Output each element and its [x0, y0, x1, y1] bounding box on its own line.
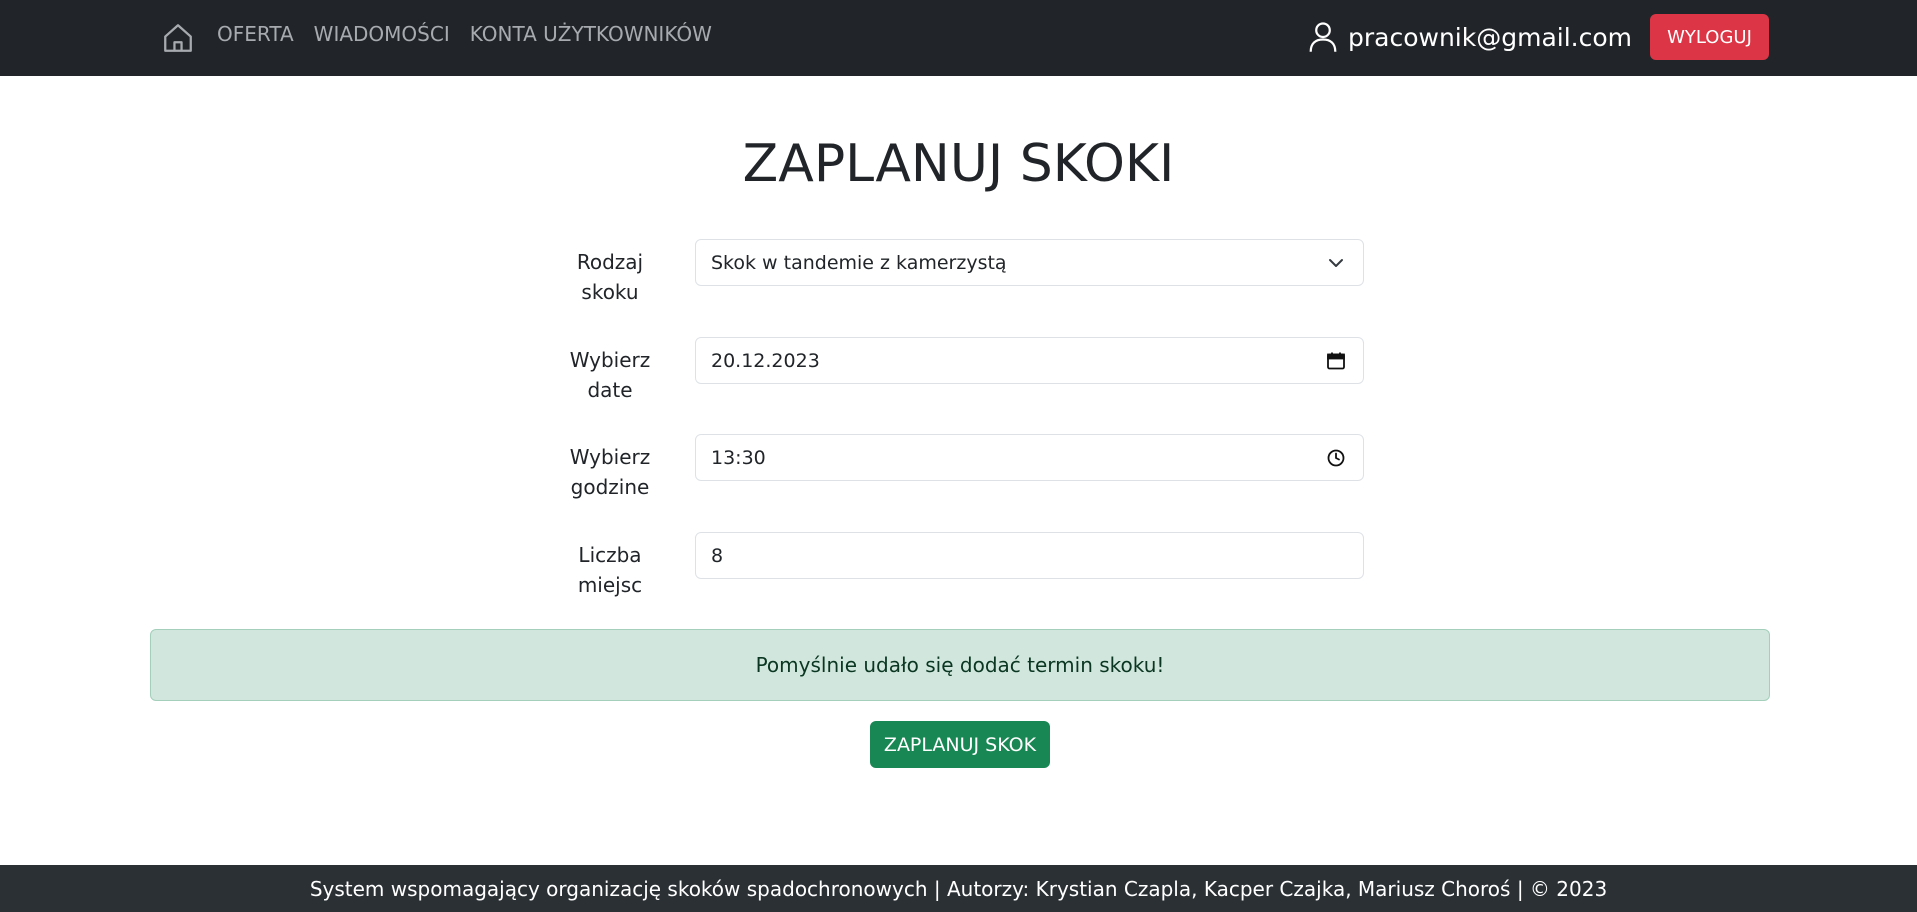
jump-type-select[interactable]: Skok w tandemie z kamerzystą	[695, 239, 1364, 286]
footer-text: System wspomagający organizację skoków s…	[309, 876, 1608, 901]
nav-link-oferta[interactable]: OFERTA	[217, 22, 294, 46]
date-input[interactable]: 20.12.2023	[695, 337, 1364, 384]
jump-type-label: Rodzaj skoku	[576, 250, 644, 304]
home-icon	[164, 24, 192, 52]
nav-link-konta-uzytkownikow[interactable]: KONTA UŻYTKOWNIKÓW	[470, 22, 712, 46]
success-alert: Pomyślnie udało się dodać termin skoku!	[150, 629, 1770, 701]
success-alert-message: Pomyślnie udało się dodać termin skoku!	[755, 653, 1165, 677]
seats-value: 8	[711, 544, 724, 567]
nav-links: OFERTA WIADOMOŚCI KONTA UŻYTKOWNIKÓW	[217, 0, 712, 68]
time-label: Wybierz godzine	[569, 445, 651, 499]
schedule-jump-button[interactable]: ZAPLANUJ SKOK	[870, 721, 1050, 768]
user-info: pracownik@gmail.com	[1308, 0, 1632, 74]
user-email: pracownik@gmail.com	[1348, 22, 1632, 52]
calendar-icon[interactable]	[1324, 349, 1348, 373]
time-input[interactable]: 13:30	[695, 434, 1364, 481]
page-title: ZAPLANUJ SKOKI	[742, 134, 1175, 194]
home-link[interactable]	[160, 20, 196, 56]
navbar: OFERTA WIADOMOŚCI KONTA UŻYTKOWNIKÓW pra…	[0, 0, 1917, 76]
nav-link-wiadomosci[interactable]: WIADOMOŚCI	[314, 22, 450, 46]
user-icon	[1309, 22, 1337, 52]
date-label: Wybierz date	[569, 348, 651, 402]
seats-input[interactable]: 8	[695, 532, 1364, 579]
seats-label: Liczba miejsc	[577, 543, 643, 597]
chevron-down-icon	[1324, 251, 1348, 275]
clock-icon[interactable]	[1324, 446, 1348, 470]
logout-button[interactable]: WYLOGUJ	[1650, 14, 1769, 60]
footer: System wspomagający organizację skoków s…	[0, 865, 1917, 912]
jump-type-value: Skok w tandemie z kamerzystą	[711, 251, 1007, 274]
date-value: 20.12.2023	[711, 349, 820, 372]
time-value: 13:30	[711, 446, 766, 469]
